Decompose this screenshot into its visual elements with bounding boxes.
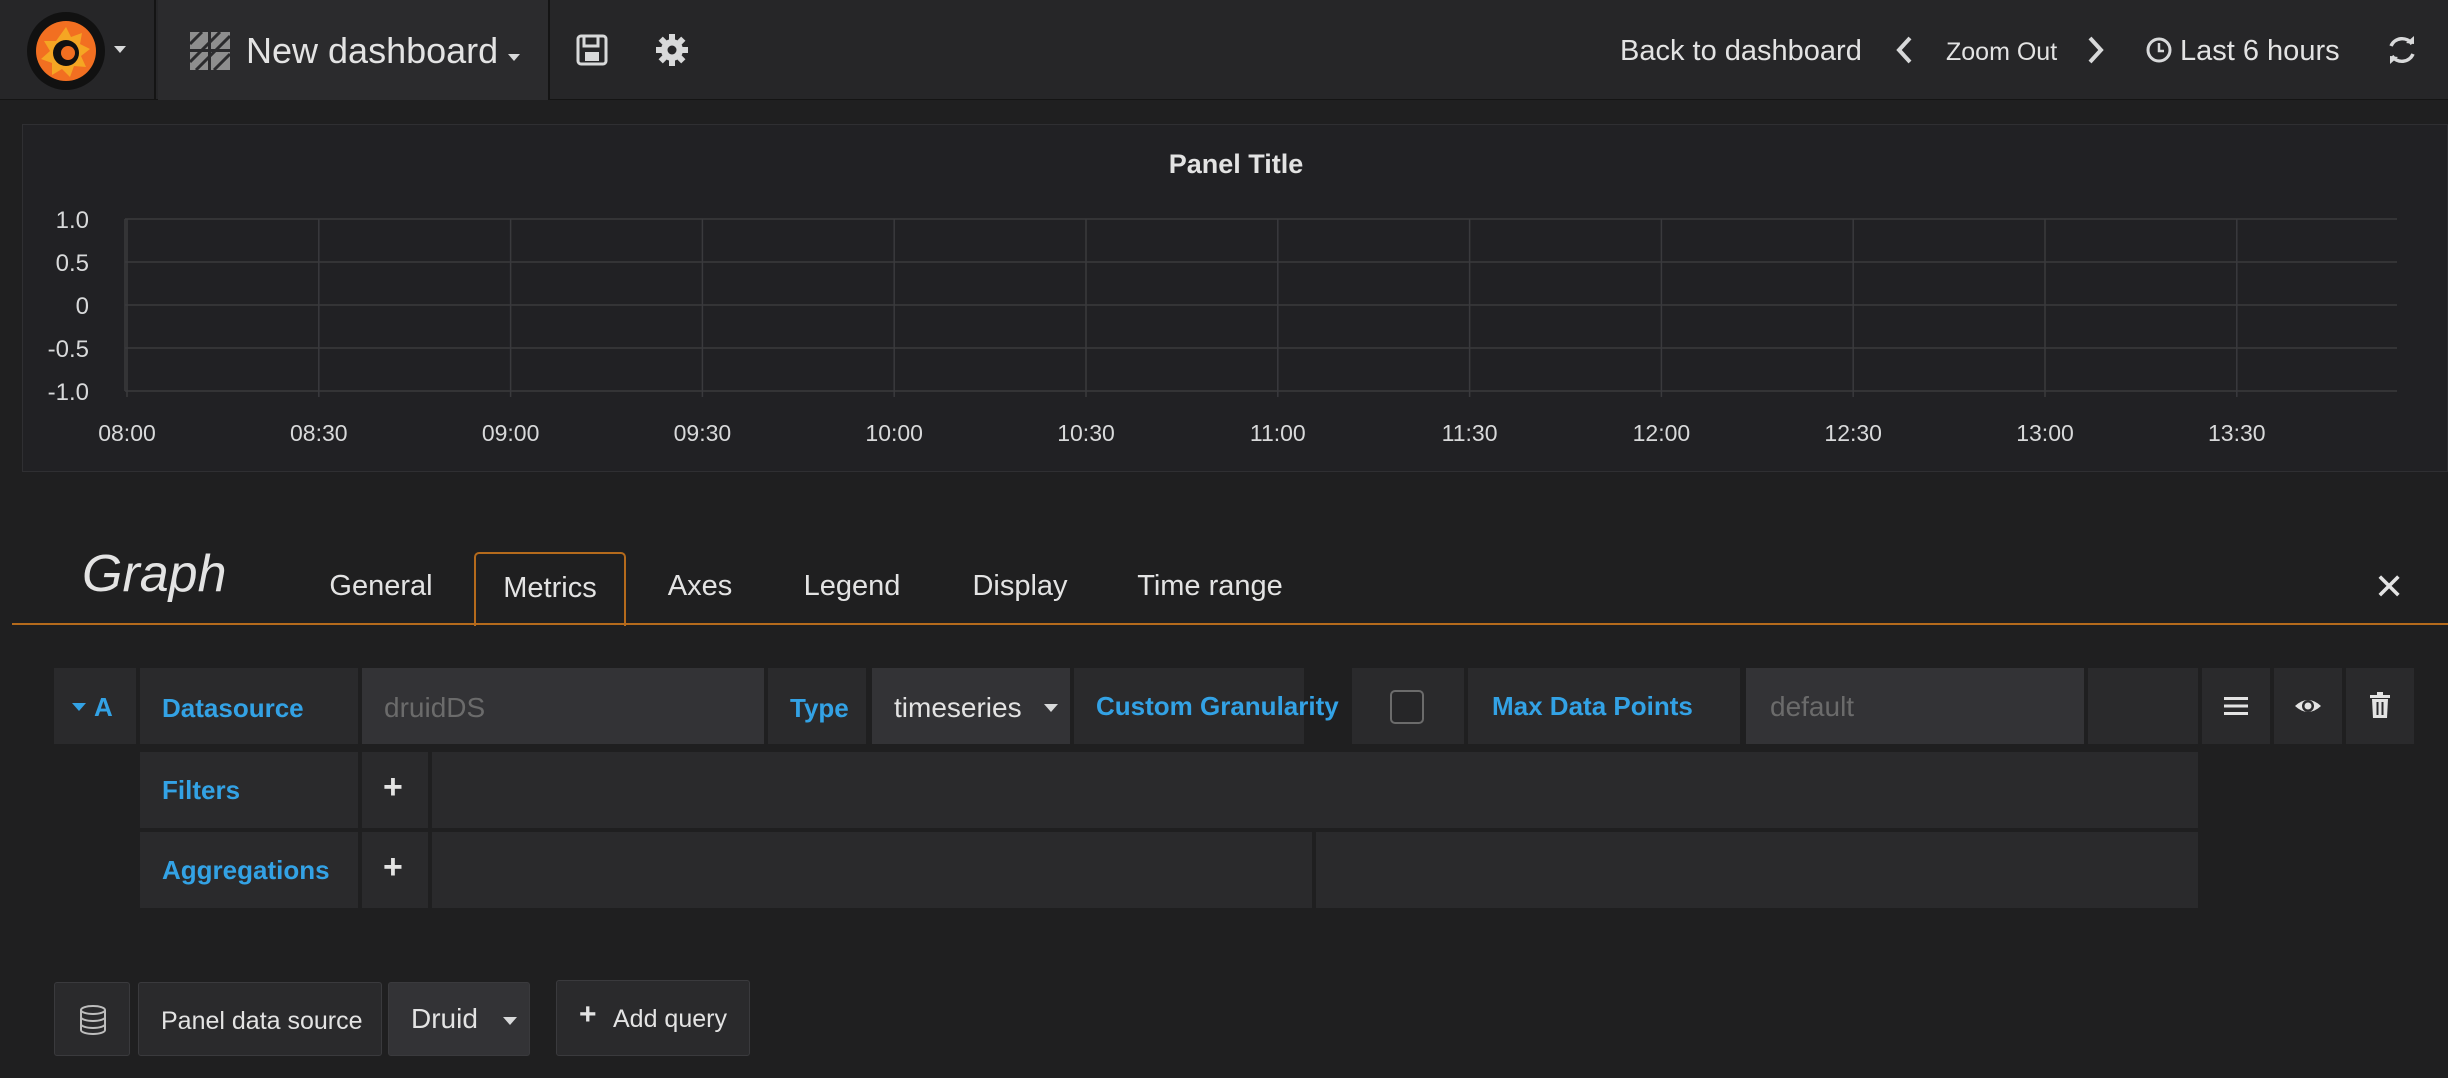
plus-icon: +	[383, 768, 403, 806]
datasource-label: Datasource	[162, 693, 304, 723]
query-ref-toggle[interactable]: A	[54, 668, 136, 744]
x-tick-label: 08:00	[98, 420, 156, 446]
datasource-label-cell: Datasource	[140, 668, 358, 744]
type-value: timeseries	[894, 692, 1022, 723]
plus-icon: +	[579, 998, 597, 1031]
filters-area	[432, 752, 2198, 828]
toggle-query-visibility-button[interactable]	[2274, 668, 2342, 744]
hamburger-icon	[2224, 697, 2248, 715]
query-menu-button[interactable]	[2202, 668, 2270, 744]
x-tick-label: 13:30	[2208, 420, 2266, 446]
tab-general[interactable]: General	[316, 552, 446, 624]
type-label: Type	[790, 693, 849, 723]
chevron-down-icon	[72, 703, 86, 711]
add-query-button[interactable]: + Add query	[556, 980, 750, 1056]
type-select[interactable]: timeseries	[872, 668, 1070, 744]
grafana-menu-button[interactable]	[0, 0, 156, 100]
clock-icon	[2146, 37, 2172, 63]
tabs-underline	[12, 623, 2448, 625]
add-aggregation-button[interactable]: +	[362, 832, 428, 908]
y-tick-label: -0.5	[48, 336, 89, 363]
custom-granularity-label-cell: Custom Granularity	[1074, 668, 1339, 744]
y-tick-label: -1.0	[48, 379, 89, 406]
tab-metrics[interactable]: Metrics	[474, 552, 626, 626]
tab-display[interactable]: Display	[960, 552, 1080, 624]
database-icon	[80, 1005, 106, 1035]
aggregations-label: Aggregations	[162, 855, 330, 885]
max-data-points-label-cell: Max Data Points	[1468, 668, 1740, 744]
custom-granularity-label: Custom Granularity	[1096, 691, 1339, 721]
dashboard-title-dropdown[interactable]: New dashboard	[158, 0, 550, 100]
data-source-select[interactable]: Druid	[388, 982, 530, 1056]
query-row-spacer	[2088, 668, 2198, 744]
x-tick-label: 10:30	[1057, 420, 1115, 446]
custom-granularity-checkbox[interactable]	[1390, 690, 1424, 724]
graph-panel: Panel Title 1.0 0.5 0 -0.5 -1.0 08:00 08:30 09:…	[22, 124, 2448, 472]
x-tick-label: 12:30	[1824, 420, 1882, 446]
chevron-right-icon[interactable]	[2084, 32, 2108, 68]
y-tick-label: 1.0	[56, 207, 89, 234]
max-data-points-placeholder: default	[1770, 691, 1855, 722]
grafana-logo-icon	[27, 12, 105, 90]
aggregations-label-cell: Aggregations	[140, 832, 358, 908]
zoom-out-button[interactable]: Zoom Out	[1946, 38, 2057, 67]
time-range-label: Last 6 hours	[2180, 35, 2340, 67]
panel-data-source-label: Panel data source	[161, 1007, 363, 1035]
filters-label: Filters	[162, 775, 241, 805]
back-to-dashboard-button[interactable]: Back to dashboard	[1620, 35, 1862, 68]
query-ref-id: A	[94, 692, 113, 722]
y-tick-label: 0.5	[56, 250, 89, 277]
max-data-points-label: Max Data Points	[1492, 691, 1693, 721]
refresh-icon[interactable]	[2384, 32, 2420, 68]
eye-icon	[2295, 700, 2321, 712]
chevron-down-icon	[114, 46, 126, 53]
aggregations-area	[432, 832, 1312, 908]
custom-granularity-checkbox-cell	[1352, 668, 1464, 744]
add-query-label: Add query	[613, 1005, 727, 1033]
x-tick-label: 08:30	[290, 420, 348, 446]
chevron-down-icon	[503, 1017, 517, 1025]
tab-time-range[interactable]: Time range	[1130, 552, 1290, 624]
chevron-down-icon	[508, 54, 520, 61]
trash-icon	[2370, 692, 2390, 718]
x-tick-label: 12:00	[1633, 420, 1691, 446]
database-icon-cell	[54, 982, 130, 1056]
add-filter-button[interactable]: +	[362, 752, 428, 828]
max-data-points-input[interactable]: default	[1746, 668, 2084, 744]
dashboard-title: New dashboard	[246, 30, 499, 71]
top-navbar: New dashboard Back to dashboard Zoom Out	[0, 0, 2448, 100]
filters-label-cell: Filters	[140, 752, 358, 828]
y-tick-label: 0	[76, 293, 89, 320]
x-tick-label: 11:00	[1250, 420, 1306, 446]
panel-type-title: Graph	[82, 545, 227, 603]
chevron-left-icon[interactable]	[1892, 32, 1916, 68]
x-tick-label: 09:30	[674, 420, 732, 446]
x-tick-label: 09:00	[482, 420, 540, 446]
delete-query-button[interactable]	[2346, 668, 2414, 744]
datasource-input[interactable]: druidDS	[362, 668, 764, 744]
x-tick-label: 11:30	[1442, 420, 1498, 446]
dashboard-grid-icon	[190, 32, 230, 70]
x-tick-label: 10:00	[865, 420, 923, 446]
type-label-cell: Type	[768, 668, 866, 744]
tab-axes[interactable]: Axes	[656, 552, 744, 624]
save-icon[interactable]	[574, 32, 610, 68]
tab-legend[interactable]: Legend	[792, 552, 912, 624]
aggregations-area-secondary	[1316, 832, 2198, 908]
data-source-value: Druid	[411, 1003, 478, 1034]
panel-data-source-label-cell: Panel data source	[138, 982, 382, 1056]
plus-icon: +	[383, 848, 403, 886]
datasource-placeholder: druidDS	[384, 692, 486, 723]
graph-chart: 1.0 0.5 0 -0.5 -1.0 08:00 08:30 09:00 09:30 10:00…	[48, 207, 2397, 446]
x-tick-label: 13:00	[2016, 420, 2074, 446]
close-icon[interactable]: ✕	[2374, 566, 2404, 608]
chevron-down-icon	[1044, 704, 1058, 712]
settings-icon[interactable]	[654, 32, 690, 68]
